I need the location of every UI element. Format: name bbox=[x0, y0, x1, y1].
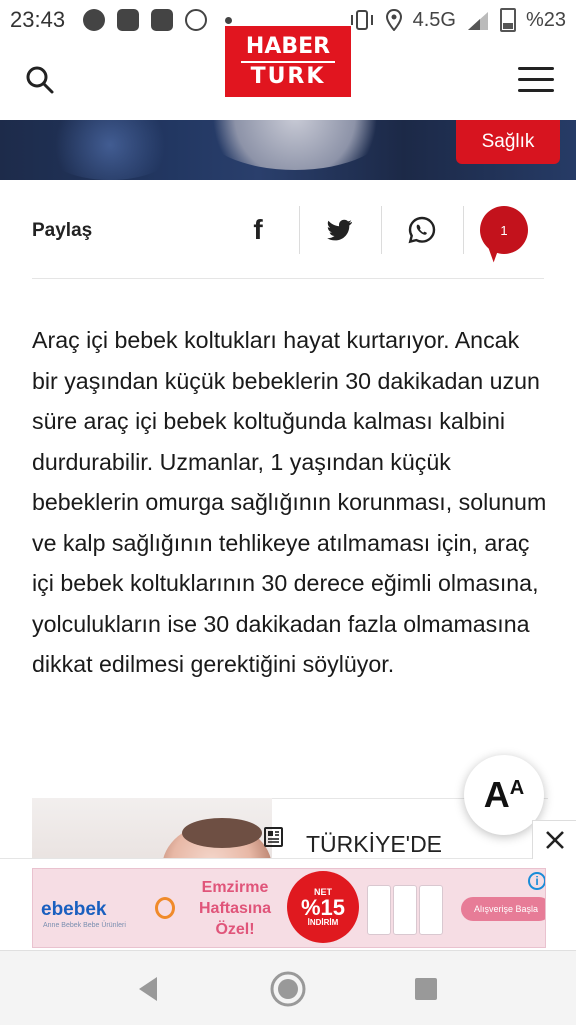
twitter-share-button[interactable] bbox=[300, 206, 380, 254]
related-article-image[interactable] bbox=[32, 798, 272, 860]
recents-icon bbox=[415, 978, 437, 1000]
battery-icon bbox=[499, 8, 516, 32]
product-image bbox=[393, 885, 417, 935]
ad-close-button[interactable] bbox=[532, 820, 576, 859]
snowflake-app-icon bbox=[151, 9, 174, 31]
menu-icon bbox=[518, 67, 554, 70]
product-image bbox=[367, 885, 391, 935]
notification-dot-icon bbox=[225, 16, 233, 24]
search-button[interactable] bbox=[24, 64, 58, 98]
system-nav-bar bbox=[0, 950, 576, 1025]
menu-button[interactable] bbox=[518, 67, 554, 93]
article-paragraph: Araç içi bebek koltukları hayat kurtarıy… bbox=[32, 327, 547, 677]
logo-text-top: HABER bbox=[245, 33, 331, 59]
related-article-title[interactable]: TÜRKİYE'DE bbox=[306, 831, 442, 858]
facebook-icon: f bbox=[253, 214, 263, 245]
ad-brand-sub: Anne Bebek Bebe Ürünleri bbox=[43, 922, 126, 929]
font-size-icon: A bbox=[483, 774, 510, 815]
recents-button[interactable] bbox=[406, 969, 446, 1009]
close-icon bbox=[546, 831, 564, 849]
photo-app-icon bbox=[117, 9, 140, 31]
comment-count: 1 bbox=[500, 222, 508, 238]
clock: 23:43 bbox=[10, 7, 66, 32]
battery-level: %23 bbox=[525, 8, 566, 31]
brand-knot-icon bbox=[155, 897, 175, 919]
search-icon bbox=[26, 66, 54, 94]
article-body: Araç içi bebek koltukları hayat kurtarıy… bbox=[32, 320, 548, 685]
share-bar: Paylaş f 1 bbox=[32, 200, 544, 279]
logo-text-bottom: TURK bbox=[250, 63, 326, 89]
category-badge[interactable]: Sağlık bbox=[456, 120, 560, 164]
twitter-icon bbox=[327, 219, 352, 241]
discount-badge: NET %15 İNDİRİM bbox=[287, 871, 359, 943]
divider bbox=[463, 206, 464, 254]
ad-cta-button[interactable]: Alışverişe Başla bbox=[461, 897, 545, 921]
vibrate-icon bbox=[350, 10, 373, 30]
back-icon bbox=[139, 977, 157, 1001]
signal-icon bbox=[467, 12, 488, 30]
network-type: 4.5G bbox=[412, 8, 456, 31]
habertürk-logo[interactable]: HABER TURK bbox=[225, 26, 351, 97]
whatsapp-icon bbox=[408, 216, 436, 244]
home-button[interactable] bbox=[268, 969, 308, 1009]
share-label: Paylaş bbox=[32, 220, 93, 241]
newspaper-icon bbox=[264, 827, 283, 847]
back-button[interactable] bbox=[128, 969, 168, 1009]
whatsapp-share-button[interactable] bbox=[382, 206, 462, 254]
facebook-share-button[interactable]: f bbox=[218, 206, 298, 254]
home-icon bbox=[270, 971, 306, 1007]
product-image bbox=[419, 885, 443, 935]
voice-app-icon bbox=[185, 9, 208, 31]
ad-brand: ebebek bbox=[41, 899, 107, 920]
facebook-icon bbox=[83, 9, 106, 31]
ad-banner[interactable]: ebebek Anne Bebek Bebe Ürünleri Emzirme … bbox=[32, 868, 546, 948]
location-icon bbox=[385, 9, 402, 31]
comments-button[interactable]: 1 bbox=[480, 206, 528, 254]
ad-info-icon[interactable]: i bbox=[528, 872, 545, 890]
ad-slogan: Emzirme Haftasına Özel! bbox=[198, 879, 272, 938]
